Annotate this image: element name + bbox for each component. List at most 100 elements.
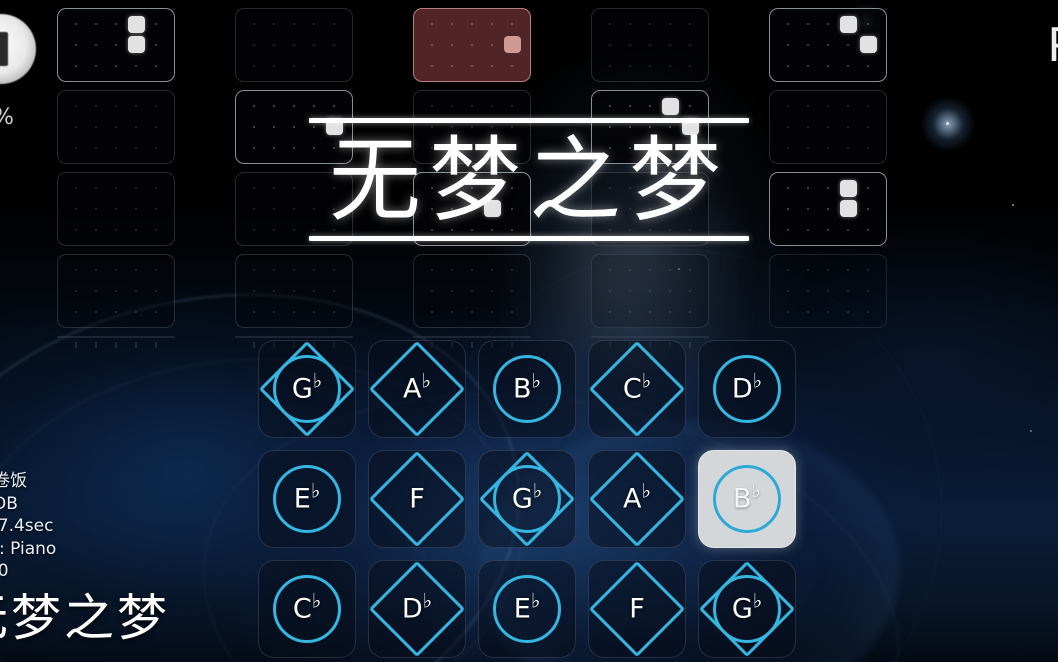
preview-note-dot (442, 35, 462, 56)
preview-note-dot (284, 117, 304, 138)
preview-note-dot (244, 178, 264, 199)
preview-note-dot (778, 96, 798, 117)
preview-note-dot (146, 178, 166, 199)
preview-note-dot (66, 281, 86, 302)
preview-note-dot (324, 14, 344, 35)
preview-note-dot (620, 14, 640, 35)
preview-note-dot (778, 14, 798, 35)
preview-note-dot (660, 178, 680, 199)
preview-note-dot (126, 178, 146, 199)
preview-note-dot (106, 346, 126, 348)
preview-note-dot (778, 35, 798, 56)
preview-note-dot (482, 219, 502, 240)
preview-note-dot (86, 281, 106, 302)
song-info-line: 度: 127.4sec (0, 516, 54, 537)
preview-note-dot (600, 281, 620, 302)
preview-note-dot (126, 346, 146, 348)
note-key-a-flat[interactable]: A♭ (368, 340, 466, 438)
preview-note-dot (502, 260, 522, 281)
preview-note-dot (502, 55, 522, 76)
preview-note-dot (858, 281, 878, 302)
preview-note-dot (818, 55, 838, 76)
preview-note-dot (442, 281, 462, 302)
preview-note-dot (818, 14, 838, 35)
note-key-g-flat[interactable]: G♭ (258, 340, 356, 438)
note-preview-cell (57, 8, 175, 82)
note-key-label: G♭ (731, 588, 763, 625)
preview-note-dot (858, 178, 878, 199)
preview-note-dot (126, 96, 146, 117)
preview-note-dot (798, 14, 818, 35)
preview-note-dot (640, 35, 660, 56)
note-key-d-flat[interactable]: D♭ (698, 340, 796, 438)
preview-note-dot (680, 199, 700, 220)
note-key-f[interactable]: F (368, 450, 466, 548)
note-key-e-flat[interactable]: E♭ (258, 450, 356, 548)
preview-note-dot (502, 117, 522, 138)
preview-note-dot (818, 117, 838, 138)
note-key-label: C♭ (292, 588, 322, 625)
preview-note-dot (462, 281, 482, 302)
preview-note-dot (502, 281, 522, 302)
preview-note-dot (66, 199, 86, 220)
preview-note-dot (442, 199, 462, 220)
note-key-d-flat[interactable]: D♭ (368, 560, 466, 658)
note-key-label: G♭ (291, 368, 323, 405)
preview-note-dot (858, 301, 878, 322)
preview-note-dot (462, 137, 482, 158)
preview-note-dot (462, 178, 482, 199)
preview-note-dot (620, 96, 640, 117)
note-key-g-flat[interactable]: G♭ (478, 450, 576, 548)
preview-note-dot (146, 117, 166, 138)
preview-note-dot (264, 301, 284, 322)
note-preview-cell (57, 172, 175, 246)
preview-note-dot (146, 137, 166, 158)
preview-note-dot (284, 96, 304, 117)
preview-note-dot (106, 137, 126, 158)
preview-note-dot (640, 199, 660, 220)
preview-note-dot (858, 199, 878, 220)
note-key-f[interactable]: F (588, 560, 686, 658)
preview-note-dot (244, 219, 264, 240)
note-key-c-flat[interactable]: C♭ (258, 560, 356, 658)
preview-note-dot (106, 55, 126, 76)
preview-note-dot-filled (838, 178, 858, 199)
note-preview-cell (413, 8, 531, 82)
preview-note-dot (620, 260, 640, 281)
preview-note-dot (106, 199, 126, 220)
preview-note-dot (264, 14, 284, 35)
note-key-label: E♭ (293, 478, 321, 515)
preview-note-dot (620, 219, 640, 240)
preview-note-dot (106, 219, 126, 240)
preview-note-dot (442, 96, 462, 117)
preview-note-dot (442, 55, 462, 76)
note-key-c-flat[interactable]: C♭ (588, 340, 686, 438)
preview-note-dot (66, 260, 86, 281)
preview-note-dot (680, 55, 700, 76)
note-preview-cell (413, 336, 531, 348)
note-preview-cell (591, 8, 709, 82)
preview-note-dot (640, 301, 660, 322)
preview-note-dot (284, 35, 304, 56)
preview-note-dot (422, 96, 442, 117)
preview-note-dot (304, 117, 324, 138)
preview-note-dot (106, 178, 126, 199)
note-key-e-flat[interactable]: E♭ (478, 560, 576, 658)
note-key-a-flat[interactable]: A♭ (588, 450, 686, 548)
note-key-b-flat[interactable]: B♭ (698, 450, 796, 548)
preview-note-dot (304, 96, 324, 117)
preview-note-dot (798, 55, 818, 76)
preview-note-dot (264, 117, 284, 138)
preview-note-dot (462, 96, 482, 117)
note-key-label: D♭ (731, 368, 763, 405)
preview-note-dot (502, 219, 522, 240)
preview-note-dot (106, 260, 126, 281)
note-key-b-flat[interactable]: B♭ (478, 340, 576, 438)
song-name-label: 无梦之梦 (0, 589, 170, 647)
preview-note-dot (66, 137, 86, 158)
note-key-g-flat[interactable]: G♭ (698, 560, 796, 658)
preview-note-dot (838, 55, 858, 76)
preview-note-dot (324, 55, 344, 76)
preview-note-dot-filled (502, 35, 522, 56)
preview-note-dot (502, 96, 522, 117)
